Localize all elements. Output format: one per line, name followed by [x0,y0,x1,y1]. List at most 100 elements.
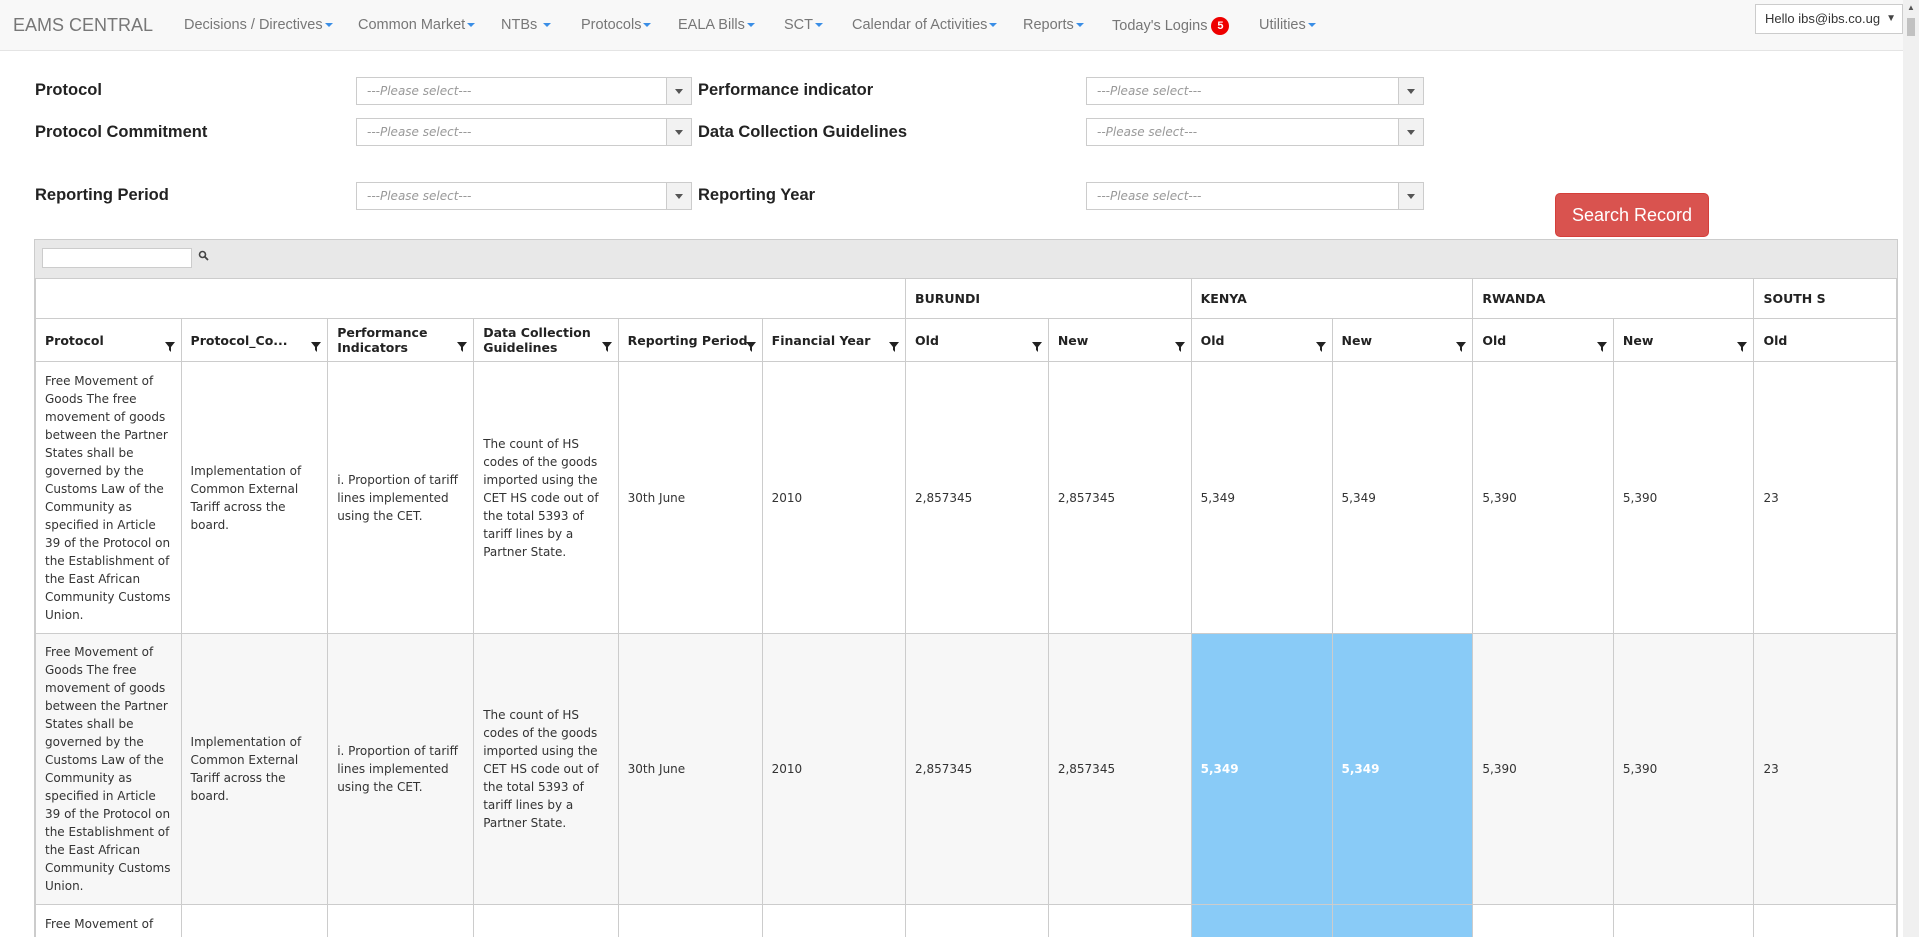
column-header-south-sudan-old[interactable]: Old [1753,318,1897,362]
chevron-down-icon[interactable] [666,183,691,209]
protocol-commitment-select[interactable]: ---Please select--- [356,118,692,146]
country-header-row: BURUNDI KENYA RWANDA SOUTH S [35,278,1897,319]
page-scrollbar[interactable]: ▲ [1903,0,1919,937]
filter-icon[interactable] [1315,342,1326,352]
cell-burundi-new [1047,904,1192,937]
filter-icon[interactable] [889,342,900,352]
table-row[interactable]: Free Movement of Goods The free movement… [35,633,1897,905]
nav-reports[interactable]: Reports [1023,17,1084,33]
column-header-kenya-old[interactable]: Old [1190,318,1333,362]
chevron-down-icon [543,23,552,28]
cell-rwanda-old: 5,390 [1472,633,1614,905]
reporting-year-select[interactable]: ---Please select--- [1086,182,1424,210]
filter-icon[interactable] [457,342,468,352]
cell-indicator: i. Proportion of tariff lines implemente… [327,361,475,634]
column-header-label: New [1341,332,1373,348]
nav-decisions-directives[interactable]: Decisions / Directives [184,17,333,33]
protocol-select[interactable]: ---Please select--- [356,77,692,105]
scrollbar-thumb[interactable] [1907,18,1915,36]
cell-protocol: Free Movement of Goods The free movement… [35,633,182,905]
nav-common-market[interactable]: Common Market [358,17,476,33]
cell-kenya-new-selected[interactable]: 5,349 [1331,633,1474,905]
column-header-row: Protocol Protocol_Co... Performance Indi… [35,318,1897,362]
column-header-label: Protocol [45,332,104,348]
column-header-protocol-commitment[interactable]: Protocol_Co... [180,318,329,362]
chevron-down-icon [1075,23,1084,28]
filter-icon[interactable] [1174,342,1185,352]
nav-calendar-of-activities[interactable]: Calendar of Activities [852,17,998,33]
column-header-data-collection-guidelines[interactable]: Data Collection Guidelines [473,318,619,362]
scroll-up-arrow-icon[interactable]: ▲ [1907,3,1915,12]
chevron-down-icon[interactable] [666,78,691,104]
column-header-burundi-old[interactable]: Old [905,318,1049,362]
user-greeting: Hello ibs@ibs.co.ug [1765,11,1881,26]
cell-burundi-old: 2,857345 [905,361,1049,634]
nav-sct[interactable]: SCT [784,17,823,33]
nav-utilities[interactable]: Utilities [1259,17,1316,33]
records-table: BURUNDI KENYA RWANDA SOUTH S Protocol Pr… [35,278,1897,937]
cell-year: 2010 [761,361,907,634]
data-collection-guidelines-select[interactable]: --Please select--- [1086,118,1424,146]
cell-year [761,904,907,937]
cell-kenya-new-selected[interactable] [1331,904,1474,937]
table-row[interactable]: Free Movement of [35,904,1897,937]
table-row[interactable]: Free Movement of Goods The free movement… [35,361,1897,634]
nav-todays-logins[interactable]: Today's Logins 5 [1112,17,1230,35]
filter-icon[interactable] [164,342,175,352]
cell-kenya-old-selected[interactable] [1190,904,1333,937]
dropdown-arrow-icon: ▼ [1886,13,1896,24]
chevron-down-icon[interactable] [1398,183,1423,209]
protocol-select-placeholder: ---Please select--- [367,84,472,98]
cell-guidelines [473,904,619,937]
grid-toolbar [35,240,1897,279]
nav-ntbs[interactable]: NTBs [501,17,552,33]
brand-logo[interactable]: EAMS CENTRAL [13,15,153,36]
column-header-performance-indicators[interactable]: Performance Indicators [327,318,475,362]
cell-burundi-new: 2,857345 [1047,361,1192,634]
country-header-kenya: KENYA [1190,278,1474,319]
column-header-label: New [1057,332,1089,348]
performance-indicator-select-placeholder: ---Please select--- [1097,84,1202,98]
filter-icon[interactable] [745,342,756,352]
cell-indicator: i. Proportion of tariff lines implemente… [327,633,475,905]
column-header-protocol[interactable]: Protocol [35,318,182,362]
cell-protocol: Free Movement of [35,904,182,937]
column-header-rwanda-old[interactable]: Old [1472,318,1614,362]
cell-kenya-new: 5,349 [1331,361,1474,634]
performance-indicator-select[interactable]: ---Please select--- [1086,77,1424,105]
column-header-kenya-new[interactable]: New [1331,318,1474,362]
nav-eala-bills[interactable]: EALA Bills [678,17,755,33]
chevron-down-icon [324,23,333,28]
cell-commitment: Implementation of Common External Tariff… [180,633,329,905]
country-header-rwanda: RWANDA [1472,278,1755,319]
column-header-label: Protocol_Co... [190,332,288,348]
filter-icon[interactable] [601,342,612,352]
column-header-label: Old [1200,332,1225,348]
reporting-period-select[interactable]: ---Please select--- [356,182,692,210]
protocol-label: Protocol [35,81,102,99]
filter-icon[interactable] [1456,342,1467,352]
data-collection-guidelines-label: Data Collection Guidelines [698,123,908,141]
cell-guidelines: The count of HS codes of the goods impor… [473,361,619,634]
filter-icon[interactable] [1031,342,1042,352]
nav-protocols[interactable]: Protocols [581,17,652,33]
user-menu[interactable]: Hello ibs@ibs.co.ug ▼ [1755,4,1903,34]
chevron-down-icon[interactable] [1398,119,1423,145]
grid-search-input[interactable] [42,248,192,268]
chevron-down-icon[interactable] [1398,78,1423,104]
filter-icon[interactable] [311,342,322,352]
search-record-button[interactable]: Search Record [1555,193,1709,237]
filter-icon[interactable] [1737,342,1748,352]
filter-icon[interactable] [1596,342,1607,352]
column-header-reporting-period[interactable]: Reporting Period [617,318,763,362]
column-header-financial-year[interactable]: Financial Year [761,318,907,362]
search-icon[interactable] [198,250,209,261]
column-header-rwanda-new[interactable]: New [1612,318,1755,362]
chevron-down-icon [643,23,652,28]
country-header-south-sudan: SOUTH S [1753,278,1897,319]
chevron-down-icon [746,23,755,28]
cell-rwanda-new: 5,390 [1612,633,1755,905]
column-header-burundi-new[interactable]: New [1047,318,1192,362]
cell-kenya-old-selected[interactable]: 5,349 [1190,633,1333,905]
chevron-down-icon[interactable] [666,119,691,145]
